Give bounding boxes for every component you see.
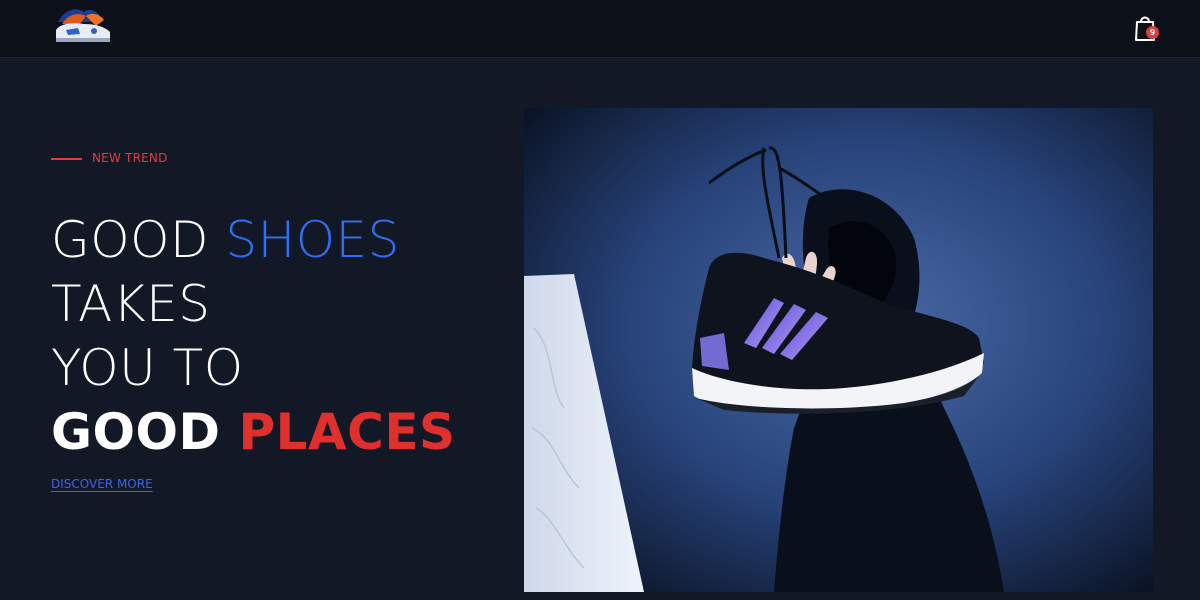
headline-word-shoes: SHOES	[225, 211, 400, 269]
headline-word-good-bold: GOOD	[51, 403, 239, 461]
eyebrow-label: NEW TREND	[92, 151, 168, 165]
headline-line-4: GOOD PLACES	[51, 400, 491, 464]
sneaker-photo	[524, 108, 1153, 592]
headline-word-places: PLACES	[238, 403, 456, 461]
hero-headline: GOOD SHOES TAKES YOU TO GOOD PLACES	[51, 208, 491, 464]
sneaker-logo-icon[interactable]	[50, 2, 116, 46]
headline-line-2: TAKES	[51, 275, 211, 333]
cart-count-badge: 9	[1146, 26, 1159, 39]
headline-line-3: YOU TO	[51, 339, 244, 397]
headline-word-good: GOOD	[51, 211, 226, 269]
eyebrow-accent-line	[51, 158, 82, 160]
headline-line-1: GOOD SHOES	[51, 208, 491, 272]
top-navigation-bar: 9	[0, 0, 1200, 58]
discover-more-link[interactable]: DISCOVER MORE	[51, 477, 153, 491]
